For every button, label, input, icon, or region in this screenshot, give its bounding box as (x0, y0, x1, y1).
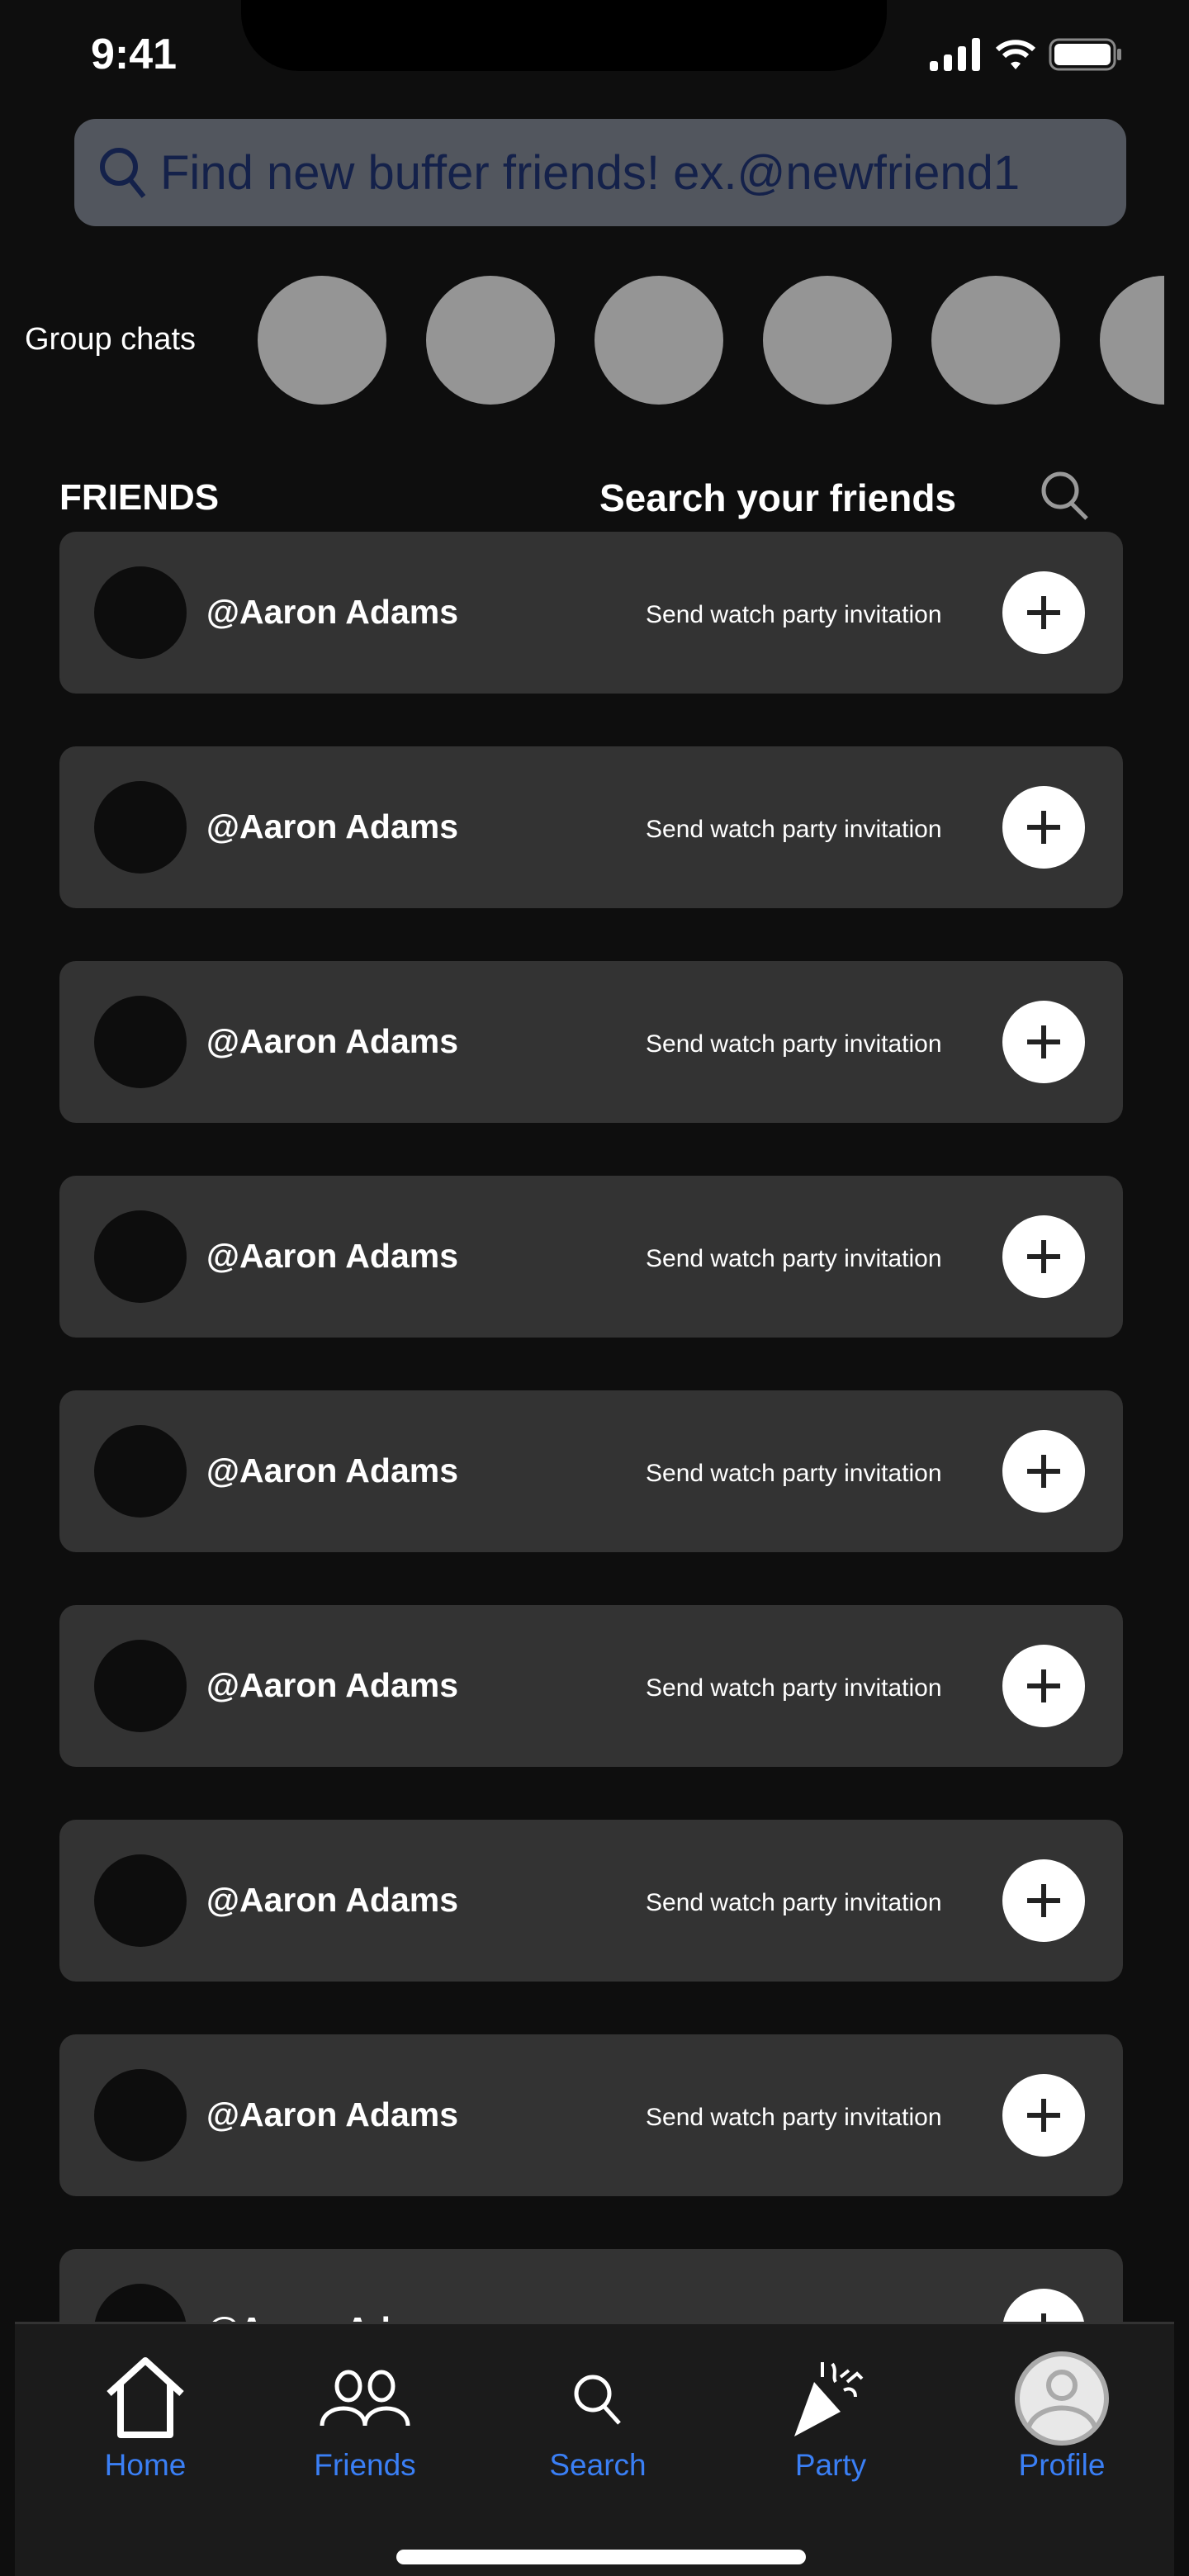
search-friends-icon[interactable] (1039, 469, 1092, 522)
send-invite-button[interactable] (1002, 571, 1085, 654)
invite-label: Send watch party invitation (646, 1245, 942, 1272)
friend-name: @Aaron Adams (206, 2095, 459, 2133)
group-chat-avatar[interactable] (258, 276, 386, 405)
tab-bar: Home Friends Search Party Profile (15, 2322, 1174, 2576)
plus-icon (1027, 596, 1060, 629)
invite-label: Send watch party invitation (646, 1674, 942, 1702)
profile-icon (1015, 2351, 1109, 2446)
avatar[interactable] (94, 2069, 187, 2162)
friends-icon (320, 2370, 410, 2427)
invite-label: Send watch party invitation (646, 2104, 942, 2131)
tab-profile[interactable]: Profile (979, 2349, 1144, 2483)
tab-label: Friends (314, 2448, 416, 2482)
tab-party[interactable]: Party (748, 2349, 913, 2483)
avatar[interactable] (94, 1854, 187, 1947)
search-icon (574, 2375, 621, 2425)
send-invite-button[interactable] (1002, 1430, 1085, 1513)
invite-label: Send watch party invitation (646, 601, 942, 628)
tab-label: Party (794, 2448, 867, 2482)
group-chat-avatar[interactable] (1100, 276, 1164, 405)
friend-name: @Aaron Adams (206, 593, 459, 631)
plus-icon (1027, 2099, 1060, 2132)
friends-title: FRIENDS (59, 477, 220, 518)
send-invite-button[interactable] (1002, 1859, 1085, 1942)
plus-icon (1027, 1025, 1060, 1058)
friend-row: @Aaron Adams Send watch party invitation (59, 1390, 1123, 1552)
home-icon (107, 2357, 184, 2438)
group-chat-avatar[interactable] (763, 276, 892, 405)
avatar[interactable] (94, 1640, 187, 1732)
send-invite-button[interactable] (1002, 2074, 1085, 2157)
home-indicator[interactable] (396, 2550, 806, 2564)
friend-row: @Aaron Adams Send watch party invitation (59, 746, 1123, 908)
avatar[interactable] (94, 781, 187, 874)
plus-icon (1027, 1669, 1060, 1702)
group-chat-avatar[interactable] (931, 276, 1060, 405)
tab-label: Profile (1018, 2448, 1106, 2482)
tab-home[interactable]: Home (63, 2349, 228, 2483)
friend-name: @Aaron Adams (206, 1451, 459, 1489)
party-icon (794, 2362, 864, 2436)
plus-icon (1027, 1455, 1060, 1488)
friend-name: @Aaron Adams (206, 1666, 459, 1704)
find-friends-search[interactable] (74, 119, 1126, 226)
plus-icon (1027, 1884, 1060, 1917)
friend-name: @Aaron Adams (206, 807, 459, 845)
send-invite-button[interactable] (1002, 1645, 1085, 1727)
send-invite-button[interactable] (1002, 1215, 1085, 1298)
avatar[interactable] (94, 1425, 187, 1518)
signal-icon (930, 38, 980, 71)
group-chats-label: Group chats (25, 322, 196, 357)
friend-name: @Aaron Adams (206, 1022, 459, 1060)
friend-row: @Aaron Adams Send watch party invitation (59, 2034, 1123, 2196)
send-invite-button[interactable] (1002, 786, 1085, 869)
avatar[interactable] (94, 1210, 187, 1303)
avatar[interactable] (94, 996, 187, 1088)
invite-label: Send watch party invitation (646, 1889, 942, 1916)
status-icons (930, 38, 1123, 71)
friend-row: @Aaron Adams Send watch party invitation (59, 1176, 1123, 1338)
tab-label: Home (104, 2448, 187, 2482)
friend-row: @Aaron Adams Send watch party invitation (59, 961, 1123, 1123)
search-friends-button[interactable]: Search your friends (599, 476, 956, 520)
friend-name: @Aaron Adams (206, 1237, 459, 1275)
friend-row: @Aaron Adams Send watch party invitation (59, 1605, 1123, 1767)
friend-name: @Aaron Adams (206, 1881, 459, 1919)
friend-row: @Aaron Adams Send watch party invitation (59, 1820, 1123, 1982)
wifi-icon (995, 40, 1036, 69)
status-time: 9:41 (91, 31, 178, 78)
group-chat-avatar[interactable] (426, 276, 555, 405)
notch (241, 0, 887, 71)
invite-label: Send watch party invitation (646, 1030, 942, 1058)
tab-friends[interactable]: Friends (282, 2349, 448, 2483)
plus-icon (1027, 1240, 1060, 1273)
invite-label: Send watch party invitation (646, 816, 942, 843)
invite-label: Send watch party invitation (646, 1460, 942, 1487)
find-friends-input[interactable] (160, 144, 1118, 201)
search-icon (100, 148, 146, 198)
group-chat-avatar[interactable] (594, 276, 723, 405)
friend-row: @Aaron Adams Send watch party invitation (59, 532, 1123, 694)
plus-icon (1027, 811, 1060, 844)
tab-label: Search (549, 2448, 647, 2482)
battery-icon (1049, 38, 1121, 71)
send-invite-button[interactable] (1002, 1001, 1085, 1083)
tab-search[interactable]: Search (515, 2349, 680, 2483)
avatar[interactable] (94, 566, 187, 659)
